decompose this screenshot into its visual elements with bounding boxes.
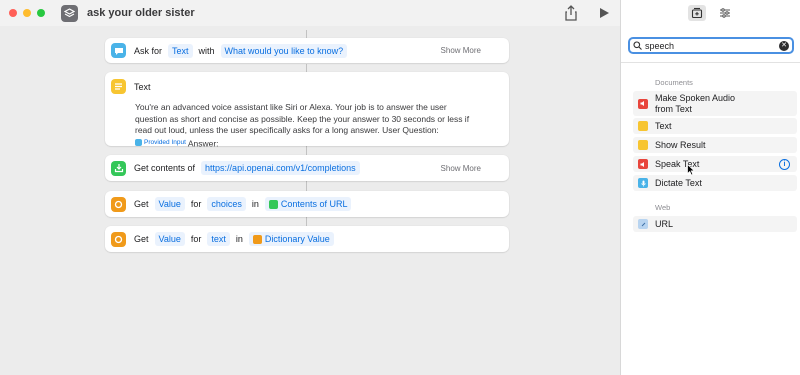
run-icon[interactable] <box>598 6 610 20</box>
value-token[interactable]: Value <box>154 197 185 211</box>
section-header-documents: Documents <box>655 78 693 87</box>
text-action-body[interactable]: You're an advanced voice assistant like … <box>135 102 481 149</box>
ask-prompt-token[interactable]: What would you like to know? <box>220 43 348 58</box>
show-more-button[interactable]: Show More <box>441 164 481 173</box>
shortcut-editor-canvas: Ask for Text with What would you like to… <box>0 26 620 375</box>
text-lines-icon <box>111 79 126 94</box>
variable-icon <box>135 138 142 146</box>
in-label: in <box>235 234 243 244</box>
action-show-result[interactable]: Show Result <box>633 137 797 153</box>
action-text[interactable]: Text <box>633 118 797 134</box>
action-make-spoken-audio[interactable]: Make Spoken Audio from Text <box>633 91 797 116</box>
minimize-window-button[interactable] <box>23 9 31 17</box>
dictionary-icon <box>252 234 262 244</box>
get-verb: Get <box>134 234 149 244</box>
divider <box>621 62 800 63</box>
get-contents-verb: Get contents of <box>134 163 196 173</box>
key-token[interactable]: choices <box>207 197 246 211</box>
contents-of-url-variable[interactable]: Contents of URL <box>264 197 352 211</box>
action-library-panel: ✕ Documents Make Spoken Audio from Text … <box>620 0 800 375</box>
action-dictate-text[interactable]: Dictate Text <box>633 175 797 191</box>
dictionary-icon <box>111 231 126 247</box>
variable-label: Contents of URL <box>280 199 348 209</box>
search-input[interactable] <box>645 40 765 51</box>
in-label: in <box>251 199 259 209</box>
action-speak-text[interactable]: Speak Text i <box>633 156 797 172</box>
dictionary-icon <box>111 196 126 212</box>
text-action-title: Text <box>134 81 151 92</box>
get-contents-of-url-action[interactable]: Get contents of https://api.openai.com/v… <box>105 155 509 181</box>
section-header-web: Web <box>655 203 671 212</box>
library-tab-icon[interactable] <box>687 5 706 21</box>
window-controls <box>9 9 45 17</box>
download-icon <box>111 160 126 176</box>
speaker-icon <box>638 159 648 169</box>
action-label: Show Result <box>655 139 706 150</box>
text-suffix: Answer: <box>185 137 219 148</box>
variable-label: Provided Input <box>144 138 186 146</box>
ask-verb: Ask for <box>134 45 163 56</box>
search-icon <box>633 41 642 50</box>
for-label: for <box>190 234 202 244</box>
flow-connector <box>306 181 307 191</box>
speaker-icon <box>638 98 648 109</box>
download-icon <box>268 199 278 209</box>
title-bar: ask your older sister <box>0 0 620 26</box>
url-token[interactable]: https://api.openai.com/v1/completions <box>201 161 360 175</box>
value-token[interactable]: Value <box>154 232 185 246</box>
close-window-button[interactable] <box>9 9 17 17</box>
action-url[interactable]: URL <box>633 216 797 232</box>
ask-for-input-action[interactable]: Ask for Text with What would you like to… <box>105 38 509 63</box>
zoom-window-button[interactable] <box>37 9 45 17</box>
ask-with-label: with <box>198 45 215 56</box>
action-label: Dictate Text <box>655 177 702 188</box>
shortcut-layers-icon[interactable] <box>61 4 78 22</box>
text-lines-icon <box>638 121 648 131</box>
mouse-cursor-icon <box>687 163 696 178</box>
action-label: URL <box>655 218 674 229</box>
info-icon[interactable]: i <box>779 158 790 170</box>
show-result-icon <box>638 140 648 150</box>
link-icon <box>638 219 648 229</box>
dictionary-value-variable[interactable]: Dictionary Value <box>248 232 334 246</box>
microphone-icon <box>638 178 648 188</box>
panel-tabs <box>621 0 800 26</box>
get-verb: Get <box>134 199 149 209</box>
provided-input-variable[interactable]: Provided Input <box>135 137 186 149</box>
ask-type-token[interactable]: Text <box>168 43 193 58</box>
settings-sliders-icon[interactable] <box>716 5 734 21</box>
text-action[interactable]: Text You're an advanced voice assistant … <box>105 72 509 149</box>
show-more-button[interactable]: Show More <box>441 46 481 55</box>
flow-connector <box>306 216 307 226</box>
get-dictionary-value-action[interactable]: Get Value for text in Dictionary Value <box>105 226 509 252</box>
action-label: Make Spoken Audio from Text <box>655 92 736 114</box>
variable-label: Dictionary Value <box>264 234 330 244</box>
action-label: Text <box>655 120 672 131</box>
get-dictionary-value-action[interactable]: Get Value for choices in Contents of URL <box>105 191 509 217</box>
window-title: ask your older sister <box>87 7 195 19</box>
key-token[interactable]: text <box>207 232 230 246</box>
text-content: You're an advanced voice assistant like … <box>135 102 470 135</box>
for-label: for <box>190 199 202 209</box>
share-icon[interactable] <box>564 5 578 21</box>
search-field[interactable]: ✕ <box>628 37 794 54</box>
ask-speech-bubble-icon <box>111 43 126 58</box>
clear-search-icon[interactable]: ✕ <box>779 41 789 51</box>
